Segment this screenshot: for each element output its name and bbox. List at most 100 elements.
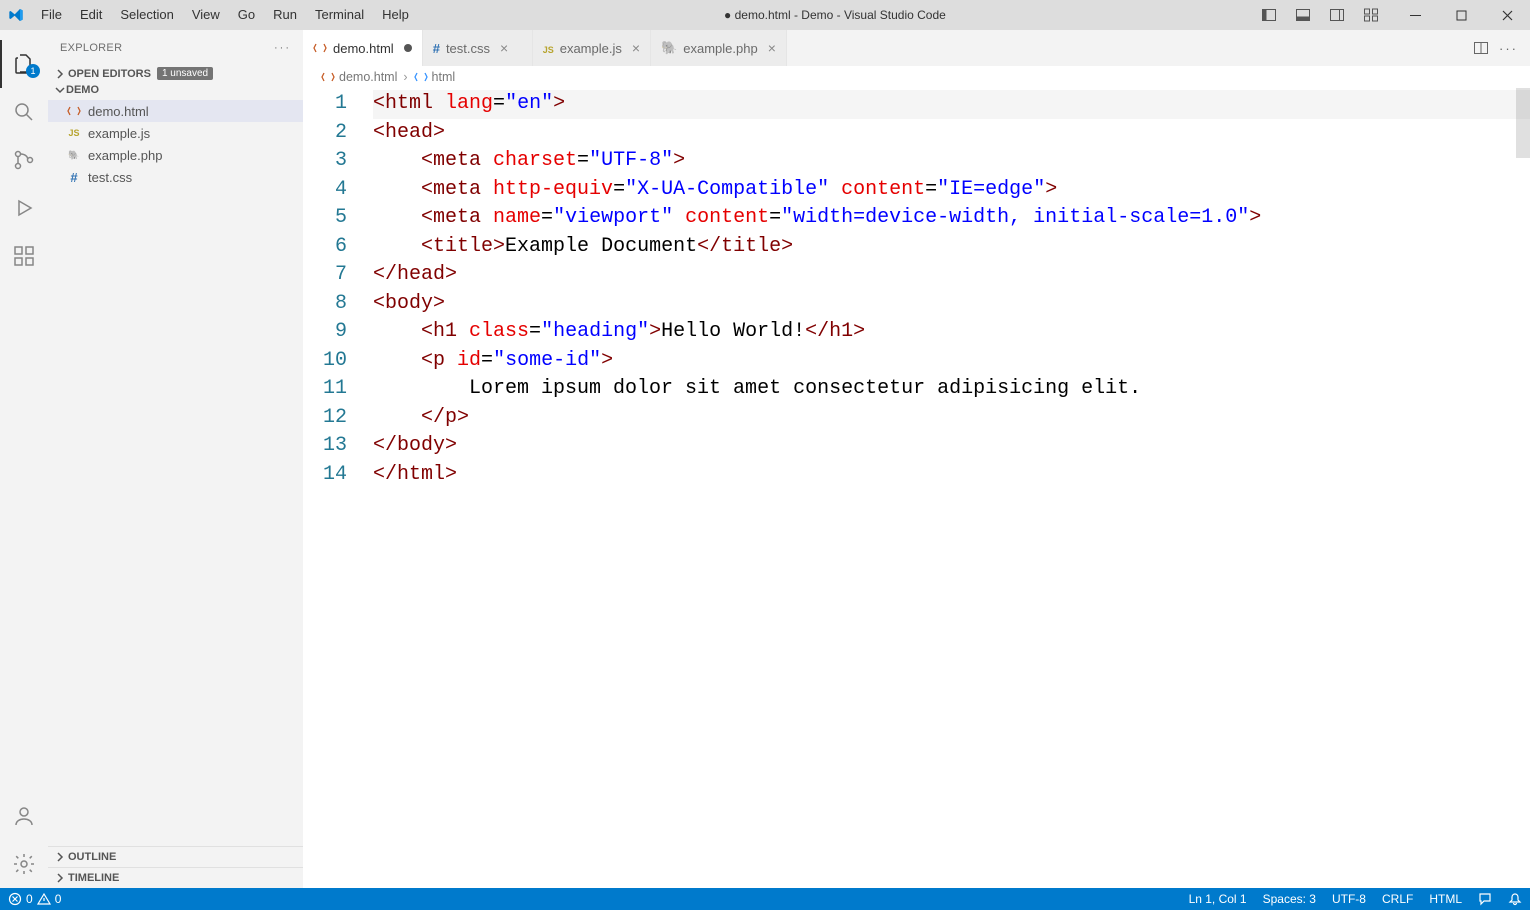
file-demo-html[interactable]: demo.html — [48, 100, 303, 122]
statusbar: 0 0 Ln 1, Col 1 Spaces: 3 UTF-8 CRLF HTM… — [0, 888, 1530, 910]
code-line[interactable]: <body> — [373, 290, 1530, 319]
code-line[interactable]: <title>Example Document</title> — [373, 233, 1530, 262]
file-example-js[interactable]: JS example.js — [48, 122, 303, 144]
tab-example-js[interactable]: JS example.js × — [533, 30, 651, 66]
code-line[interactable]: </head> — [373, 261, 1530, 290]
vscode-logo-icon — [8, 6, 26, 24]
tab-demo-html[interactable]: demo.html — [303, 30, 423, 66]
outline-header[interactable]: OUTLINE — [48, 847, 303, 867]
menu-run[interactable]: Run — [264, 0, 306, 30]
code-line[interactable]: <meta http-equiv="X-UA-Compatible" conte… — [373, 176, 1530, 205]
toggle-panel-icon[interactable] — [1286, 0, 1320, 30]
activity-extensions[interactable] — [0, 232, 48, 280]
file-label: example.php — [88, 148, 162, 163]
tab-label: example.php — [683, 41, 757, 56]
split-editor-icon[interactable] — [1473, 40, 1489, 56]
editor-more-icon[interactable]: ··· — [1499, 41, 1518, 56]
tab-test-css[interactable]: #test.css× — [423, 30, 533, 66]
timeline-header[interactable]: TIMELINE — [48, 868, 303, 888]
php-file-icon: 🐘 — [66, 150, 82, 161]
code-line[interactable]: </p> — [373, 404, 1530, 433]
window-close-icon[interactable] — [1484, 0, 1530, 30]
sidebar-more-icon[interactable]: ··· — [274, 42, 291, 54]
js-file-icon: JS — [543, 41, 554, 56]
html-file-icon — [313, 41, 327, 55]
breadcrumb-file[interactable]: demo.html — [339, 70, 397, 84]
status-language[interactable]: HTML — [1421, 888, 1470, 910]
status-cursor-position[interactable]: Ln 1, Col 1 — [1181, 888, 1255, 910]
css-file-icon: # — [66, 170, 82, 185]
chevron-down-icon — [54, 84, 66, 96]
status-notifications-icon[interactable] — [1500, 888, 1530, 910]
menu-selection[interactable]: Selection — [111, 0, 182, 30]
close-tab-icon[interactable]: × — [632, 40, 640, 56]
tabs-row: demo.html#test.css×JSexample.js×🐘example… — [303, 30, 1530, 66]
menubar: File Edit Selection View Go Run Terminal… — [32, 0, 418, 30]
file-example-php[interactable]: 🐘 example.php — [48, 144, 303, 166]
status-encoding[interactable]: UTF-8 — [1324, 888, 1374, 910]
dirty-indicator-icon — [404, 44, 412, 52]
js-file-icon: JS — [66, 128, 82, 138]
menu-terminal[interactable]: Terminal — [306, 0, 373, 30]
menu-file[interactable]: File — [32, 0, 71, 30]
html-file-icon — [321, 70, 335, 84]
open-editors-header[interactable]: OPEN EDITORS 1 unsaved — [48, 65, 303, 82]
window-maximize-icon[interactable] — [1438, 0, 1484, 30]
window-minimize-icon[interactable] — [1392, 0, 1438, 30]
titlebar-layout-controls — [1252, 0, 1388, 30]
code-line[interactable]: Lorem ipsum dolor sit amet consectetur a… — [373, 375, 1530, 404]
toggle-primary-sidebar-icon[interactable] — [1252, 0, 1286, 30]
open-editors-label: OPEN EDITORS — [68, 68, 151, 80]
chevron-right-icon — [54, 851, 68, 863]
customize-layout-icon[interactable] — [1354, 0, 1388, 30]
activity-source-control[interactable] — [0, 136, 48, 184]
tab-label: example.js — [560, 41, 622, 56]
file-label: test.css — [88, 170, 132, 185]
file-test-css[interactable]: # test.css — [48, 166, 303, 188]
code-line[interactable]: <html lang="en"> — [373, 90, 1530, 119]
code-line[interactable]: </html> — [373, 461, 1530, 490]
code-line[interactable]: <p id="some-id"> — [373, 347, 1530, 376]
editor-scrollbar[interactable] — [1516, 88, 1530, 888]
php-file-icon: 🐘 — [661, 40, 677, 56]
activity-accounts[interactable] — [0, 792, 48, 840]
file-label: demo.html — [88, 104, 149, 119]
file-label: example.js — [88, 126, 150, 141]
activity-explorer[interactable]: 1 — [0, 40, 48, 88]
editor-region: demo.html#test.css×JSexample.js×🐘example… — [303, 30, 1530, 888]
menu-edit[interactable]: Edit — [71, 0, 111, 30]
titlebar: File Edit Selection View Go Run Terminal… — [0, 0, 1530, 30]
tab-label: demo.html — [333, 41, 394, 56]
breadcrumbs[interactable]: demo.html › html — [303, 66, 1530, 88]
tab-example-php[interactable]: 🐘 example.php × — [651, 30, 787, 66]
symbol-icon — [414, 70, 428, 84]
code-line[interactable]: <meta charset="UTF-8"> — [373, 147, 1530, 176]
activity-search[interactable] — [0, 88, 48, 136]
code-line[interactable]: <h1 class="heading">Hello World!</h1> — [373, 318, 1530, 347]
status-eol[interactable]: CRLF — [1374, 888, 1421, 910]
breadcrumb-symbol[interactable]: html — [432, 70, 456, 84]
activity-settings[interactable] — [0, 840, 48, 888]
menu-help[interactable]: Help — [373, 0, 418, 30]
code-line[interactable]: <meta name="viewport" content="width=dev… — [373, 204, 1530, 233]
code-line[interactable]: </body> — [373, 432, 1530, 461]
tab-label: test.css — [446, 41, 490, 56]
chevron-right-icon — [54, 68, 68, 80]
folder-header[interactable]: DEMO — [48, 82, 303, 98]
close-tab-icon[interactable]: × — [500, 40, 508, 56]
menu-view[interactable]: View — [183, 0, 229, 30]
toggle-secondary-sidebar-icon[interactable] — [1320, 0, 1354, 30]
folder-label: DEMO — [66, 84, 99, 96]
sidebar-explorer: EXPLORER ··· OPEN EDITORS 1 unsaved DEMO… — [48, 30, 303, 888]
menu-go[interactable]: Go — [229, 0, 264, 30]
code-editor[interactable]: 1234567891011121314 <html lang="en"><hea… — [303, 88, 1530, 888]
window-title: ● demo.html - Demo - Visual Studio Code — [418, 8, 1252, 22]
code-line[interactable]: <head> — [373, 119, 1530, 148]
close-tab-icon[interactable]: × — [768, 40, 776, 56]
chevron-right-icon: › — [403, 70, 407, 84]
sidebar-title: EXPLORER — [60, 42, 122, 54]
activity-run-debug[interactable] — [0, 184, 48, 232]
status-feedback-icon[interactable] — [1470, 888, 1500, 910]
status-problems[interactable]: 0 0 — [0, 888, 69, 910]
status-indentation[interactable]: Spaces: 3 — [1255, 888, 1324, 910]
